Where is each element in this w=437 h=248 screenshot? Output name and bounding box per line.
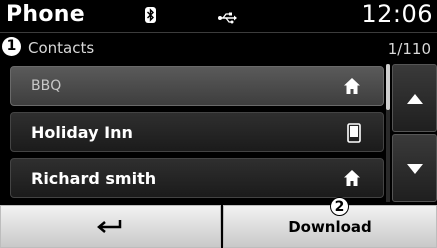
bluetooth-icon [145,7,156,27]
arrow-up-icon [406,89,423,108]
app-title: Phone [6,2,85,27]
status-bar: Phone 12:06 [0,0,437,32]
bottom-bar: Download [0,205,437,248]
contact-row-richard-smith[interactable]: Richard smith [10,158,384,198]
arrow-down-icon [406,159,423,178]
section-label: Contacts [28,39,95,57]
contact-name: BBQ [31,78,62,94]
contact-row-holiday-inn[interactable]: Holiday Inn [10,112,384,152]
scrollbar-thumb[interactable] [386,64,390,110]
contact-name: Richard smith [31,169,157,188]
back-button[interactable] [0,205,221,248]
download-label: Download [288,217,372,236]
contact-row-bbq[interactable]: BBQ [10,66,384,106]
mobile-phone-icon [347,123,361,147]
callout-marker-1: 1 [2,37,21,56]
page-counter: 1/110 [387,40,431,58]
list-header: 1 Contacts 1/110 [0,33,437,61]
usb-icon [218,9,238,28]
scroll-up-button[interactable] [392,64,437,132]
scrollbar[interactable] [386,64,390,202]
callout-marker-2: 2 [330,197,349,216]
download-button[interactable]: Download [223,205,437,248]
scroll-down-button[interactable] [392,134,437,202]
home-icon [343,77,361,99]
back-arrow-icon [96,217,126,237]
home-icon [343,169,361,191]
clock: 12:06 [361,0,433,28]
contact-name: Holiday Inn [31,123,133,142]
